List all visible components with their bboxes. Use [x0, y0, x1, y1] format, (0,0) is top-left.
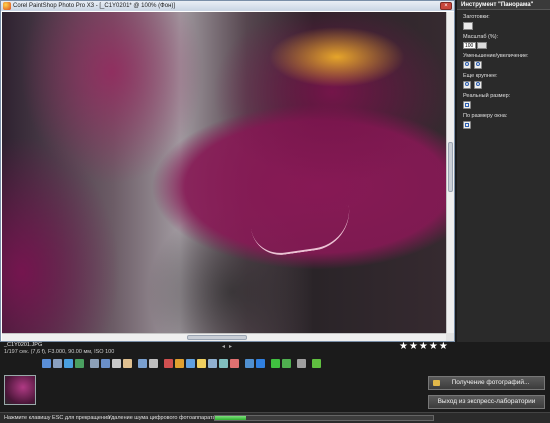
save-icon[interactable]	[42, 359, 51, 368]
redo-icon[interactable]	[75, 359, 84, 368]
image-window: Corel PaintShop Photo Pro X3 - [_C1Y0201…	[0, 0, 455, 342]
fit-icon[interactable]	[101, 359, 110, 368]
delete-icon[interactable]	[297, 359, 306, 368]
flag-icon[interactable]	[282, 359, 291, 368]
get-photos-label: Получение фотографий...	[451, 379, 530, 386]
zoom-out-icon	[465, 62, 469, 67]
pan-icon[interactable]	[123, 359, 132, 368]
status-hint: Нажмите клавишу ESC для прекращения	[4, 415, 111, 421]
file-name: _C1Y0201.JPG	[4, 342, 43, 348]
zoom-more-in-icon	[476, 82, 480, 87]
scale-stepper[interactable]	[477, 42, 487, 49]
straighten-icon[interactable]	[138, 359, 147, 368]
scale-input[interactable]: 100	[463, 42, 476, 49]
progress-bar	[214, 415, 434, 421]
fit-window-icon	[465, 123, 469, 128]
zoom-out-button[interactable]	[463, 61, 471, 70]
panel-title: Инструмент "Панорама"	[457, 0, 550, 10]
window-title: Corel PaintShop Photo Pro X3 - [_C1Y0201…	[13, 3, 176, 9]
actual-size-section: Реальный размер:	[457, 89, 550, 110]
vertical-scroll-thumb[interactable]	[448, 142, 453, 192]
app-icon	[3, 2, 11, 10]
rotate-icon[interactable]	[271, 359, 280, 368]
zoom-more-out-button[interactable]	[463, 81, 471, 90]
presets-section: Заготовки:	[457, 10, 550, 30]
window-title-bar[interactable]: Corel PaintShop Photo Pro X3 - [_C1Y0201…	[1, 1, 454, 11]
actual-size-icon	[465, 103, 469, 108]
makeover-icon[interactable]	[186, 359, 195, 368]
exit-express-lab-button[interactable]: Выход из экспресс-лаборатории	[428, 395, 545, 409]
zoom-section: Уменьшение/увеличение:	[457, 49, 550, 70]
noise-icon[interactable]	[245, 359, 254, 368]
scroll-corner	[446, 333, 454, 341]
zoom-out-in-label: Уменьшение/увеличение:	[463, 53, 529, 60]
file-info-row: _C1Y0201.JPG 1/197 сек. (7,6 f), F3.000,…	[0, 341, 550, 358]
zoom-icon[interactable]	[112, 359, 121, 368]
rating-stars[interactable]: ★★★★★	[399, 341, 449, 352]
fit-window-section: По размеру окна:	[457, 109, 550, 130]
progress-fill	[215, 416, 246, 420]
crop-icon[interactable]	[149, 359, 158, 368]
folder-icon	[433, 380, 440, 386]
close-icon[interactable]: ×	[440, 2, 452, 10]
nav-arrows[interactable]: ◂▸	[222, 343, 236, 350]
red-eye-icon[interactable]	[164, 359, 173, 368]
petal-highlight	[249, 205, 355, 259]
color-fix-icon[interactable]	[175, 359, 184, 368]
status-operation: Удаление шума цифрового фотоаппарата	[108, 415, 216, 421]
exit-label: Выход из экспресс-лаборатории	[437, 398, 536, 405]
zoom-more-label: Еще крупнее:	[463, 73, 498, 80]
zoom-in-icon	[476, 62, 480, 67]
zoom-in-button[interactable]	[474, 61, 482, 70]
actual-size-button[interactable]	[463, 101, 471, 110]
clone-icon[interactable]	[219, 359, 228, 368]
zoom-more-in-button[interactable]	[474, 81, 482, 90]
presets-label: Заготовки:	[463, 14, 490, 20]
exif-info: 1/197 сек. (7,6 f), F3.000, 90.00 мм, IS…	[4, 349, 115, 355]
sharpen-icon[interactable]	[208, 359, 217, 368]
get-photos-button[interactable]: Получение фотографий...	[428, 376, 545, 390]
photo-canvas[interactable]	[2, 12, 447, 334]
photo-toolbar	[42, 359, 323, 371]
fill-flash-icon[interactable]	[256, 359, 265, 368]
photo-thumbnail[interactable]	[4, 375, 36, 405]
save-as-icon[interactable]	[53, 359, 62, 368]
actual-size-label: Реальный размер:	[463, 93, 511, 100]
zoom-more-section: Еще крупнее:	[457, 69, 550, 90]
zoom-more-out-icon	[465, 82, 469, 87]
view-icon[interactable]	[90, 359, 99, 368]
edit-icon[interactable]	[312, 359, 321, 368]
scale-section: Масштаб (%): 100	[457, 30, 550, 49]
filmstrip	[0, 372, 420, 408]
tool-options-panel: Инструмент "Панорама" Заготовки: Масштаб…	[457, 0, 550, 342]
status-bar: Нажмите клавишу ESC для прекращения Удал…	[0, 412, 550, 423]
scale-label: Масштаб (%):	[463, 34, 499, 40]
horizontal-scroll-thumb[interactable]	[187, 335, 247, 340]
fit-window-button[interactable]	[463, 121, 471, 130]
brightness-icon[interactable]	[197, 359, 206, 368]
fit-window-label: По размеру окна:	[463, 113, 508, 120]
vertical-scrollbar[interactable]	[446, 12, 454, 334]
horizontal-scrollbar[interactable]	[2, 333, 447, 341]
skin-icon[interactable]	[230, 359, 239, 368]
presets-dropdown[interactable]	[463, 22, 473, 30]
undo-icon[interactable]	[64, 359, 73, 368]
